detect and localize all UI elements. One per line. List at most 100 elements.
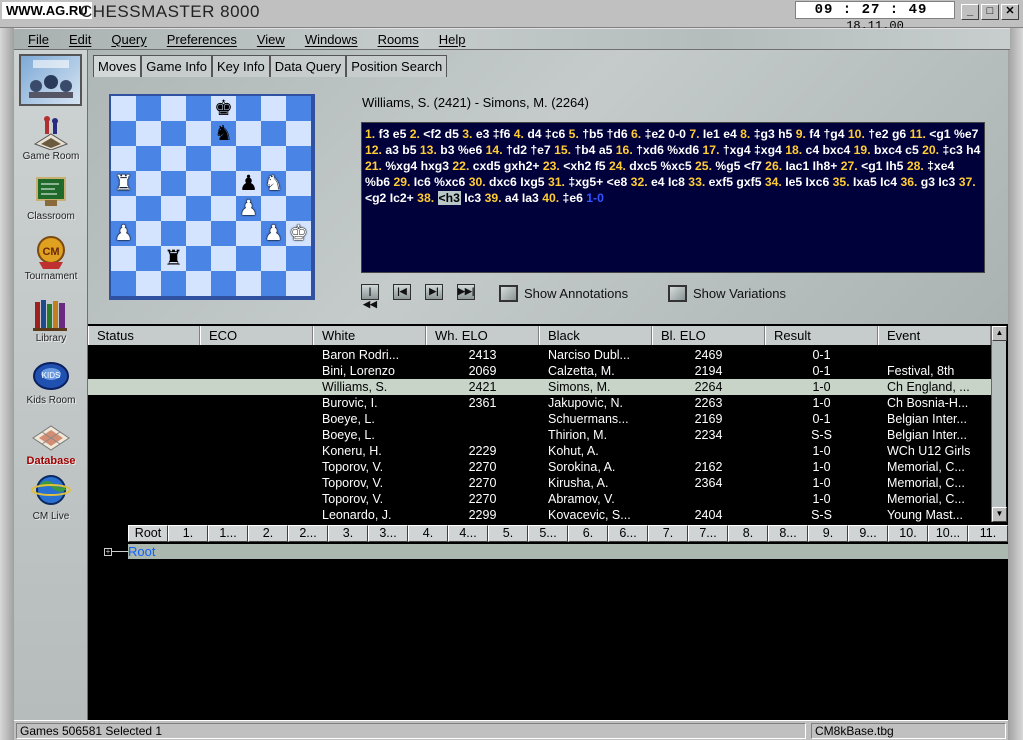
- ply-column-header[interactable]: 6...: [608, 525, 648, 542]
- move-text[interactable]: ‡e6: [563, 191, 587, 205]
- move-text[interactable]: †xd6 %xd6: [636, 143, 702, 157]
- ply-column-header[interactable]: 10...: [928, 525, 968, 542]
- table-row[interactable]: Burovic, I. 2361 Jakupovic, N. 2263 1-0 Ch Bo…: [88, 395, 991, 411]
- board-square[interactable]: [136, 96, 161, 121]
- board-square[interactable]: [286, 271, 311, 296]
- board-square[interactable]: [186, 221, 211, 246]
- board-square[interactable]: ♟: [111, 221, 136, 246]
- tab-position-search[interactable]: Position Search: [346, 55, 448, 77]
- move-text[interactable]: Iac1 Ih8+: [786, 159, 841, 173]
- move-text[interactable]: g3 Ic3: [921, 175, 959, 189]
- board-square[interactable]: [186, 146, 211, 171]
- ply-column-header[interactable]: 9...: [848, 525, 888, 542]
- ply-column-header[interactable]: 3...: [368, 525, 408, 542]
- table-row[interactable]: Williams, S. 2421 Simons, M. 2264 1-0 Ch Engl…: [88, 379, 991, 395]
- board-square[interactable]: [286, 121, 311, 146]
- column-header[interactable]: ECO: [200, 326, 313, 345]
- ply-column-header[interactable]: 2...: [288, 525, 328, 542]
- white-pawn-icon[interactable]: ♟: [264, 223, 283, 244]
- ply-column-header[interactable]: 7...: [688, 525, 728, 542]
- white-knight-icon[interactable]: ♞: [264, 173, 283, 194]
- black-knight-icon[interactable]: ♞: [214, 123, 233, 144]
- board-square[interactable]: [136, 121, 161, 146]
- board-square[interactable]: [261, 271, 286, 296]
- ply-column-header[interactable]: 8...: [768, 525, 808, 542]
- board-square[interactable]: [136, 221, 161, 246]
- move-text[interactable]: f3 e5: [379, 127, 410, 141]
- board-square[interactable]: [136, 171, 161, 196]
- board-square[interactable]: [111, 96, 136, 121]
- sidebar-item-database[interactable]: Database: [14, 418, 88, 467]
- board-square[interactable]: [261, 246, 286, 271]
- column-header[interactable]: Status: [88, 326, 200, 345]
- tab-data-query[interactable]: Data Query: [269, 55, 347, 77]
- board-square[interactable]: [136, 146, 161, 171]
- last-move-button[interactable]: ▶▶|: [457, 284, 475, 300]
- white-pawn-icon[interactable]: ♟: [114, 223, 133, 244]
- move-text[interactable]: dxc6 Ixg5: [489, 175, 548, 189]
- column-header[interactable]: Event: [878, 326, 991, 345]
- tree-root-label[interactable]: Root: [128, 544, 155, 559]
- board-square[interactable]: [286, 171, 311, 196]
- board-square[interactable]: [286, 146, 311, 171]
- board-square[interactable]: [111, 246, 136, 271]
- board-square[interactable]: [236, 221, 261, 246]
- prev-move-button[interactable]: |◀: [393, 284, 411, 300]
- board-square[interactable]: ♟: [236, 196, 261, 221]
- move-text[interactable]: dxc5 %xc5: [629, 159, 695, 173]
- ply-column-header[interactable]: 7.: [648, 525, 688, 542]
- current-move[interactable]: <h3: [437, 191, 461, 205]
- board-square[interactable]: ♚: [211, 96, 236, 121]
- board-square[interactable]: [211, 171, 236, 196]
- ply-column-header[interactable]: 1...: [208, 525, 248, 542]
- minimize-button[interactable]: _: [961, 4, 979, 20]
- move-text[interactable]: d4 ‡c6: [527, 127, 568, 141]
- black-king-icon[interactable]: ♚: [214, 98, 233, 119]
- move-text[interactable]: <g1 Ih5: [861, 159, 907, 173]
- game-list-scrollbar[interactable]: ▲ ▼: [991, 326, 1007, 522]
- move-text[interactable]: e4 Ic8: [651, 175, 688, 189]
- board-square[interactable]: [111, 196, 136, 221]
- board-square[interactable]: [186, 196, 211, 221]
- board-square[interactable]: [186, 246, 211, 271]
- move-text[interactable]: Ic3: [461, 191, 485, 205]
- move-text[interactable]: †b5 †d6: [582, 127, 631, 141]
- board-square[interactable]: [161, 96, 186, 121]
- column-header[interactable]: Result: [765, 326, 878, 345]
- board-square[interactable]: ♜: [161, 246, 186, 271]
- tab-moves[interactable]: Moves: [93, 55, 142, 77]
- menu-view[interactable]: View: [243, 32, 285, 47]
- board-square[interactable]: [211, 196, 236, 221]
- move-text[interactable]: exf5 gxf5: [709, 175, 765, 189]
- first-move-button[interactable]: |◀◀: [361, 284, 379, 309]
- menu-edit[interactable]: Edit: [55, 32, 91, 47]
- board-square[interactable]: [286, 96, 311, 121]
- scroll-down-button[interactable]: ▼: [992, 507, 1007, 522]
- column-header[interactable]: Black: [539, 326, 652, 345]
- move-text[interactable]: cxd5 gxh2+: [473, 159, 543, 173]
- board-square[interactable]: [186, 96, 211, 121]
- move-list[interactable]: 1. f3 e5 2. <f2 d5 3. e3 ‡f6 4. d4 ‡c6 5…: [361, 122, 985, 273]
- black-rook-icon[interactable]: ♜: [164, 248, 183, 269]
- black-pawn-icon[interactable]: ♟: [239, 173, 258, 194]
- menu-help[interactable]: Help: [425, 32, 466, 47]
- chess-board[interactable]: ♚ ♞ ♜ ♟ ♞ ♟ ♟ ♟ ♚ ♜: [109, 94, 315, 300]
- table-row[interactable]: Leonardo, J. 2299 Kovacevic, S... 2404 S-S Yo…: [88, 507, 991, 523]
- board-square[interactable]: [261, 121, 286, 146]
- move-text[interactable]: <xh2 f5: [563, 159, 609, 173]
- ply-column-header[interactable]: 6.: [568, 525, 608, 542]
- move-text[interactable]: f4 †g4: [809, 127, 848, 141]
- scroll-up-button[interactable]: ▲: [992, 326, 1007, 341]
- board-square[interactable]: [186, 121, 211, 146]
- move-text[interactable]: e3 ‡f6: [476, 127, 514, 141]
- board-square[interactable]: [261, 96, 286, 121]
- column-header[interactable]: Wh. ELO: [426, 326, 539, 345]
- board-square[interactable]: [236, 96, 261, 121]
- board-square[interactable]: [211, 246, 236, 271]
- move-text[interactable]: Ie1 e4: [703, 127, 740, 141]
- board-square[interactable]: [161, 121, 186, 146]
- table-row[interactable]: Toporov, V. 2270 Kirusha, A. 2364 1-0 Memoria…: [88, 475, 991, 491]
- board-square[interactable]: [236, 146, 261, 171]
- next-move-button[interactable]: ▶|: [425, 284, 443, 300]
- show-variations-checkbox[interactable]: [668, 285, 687, 302]
